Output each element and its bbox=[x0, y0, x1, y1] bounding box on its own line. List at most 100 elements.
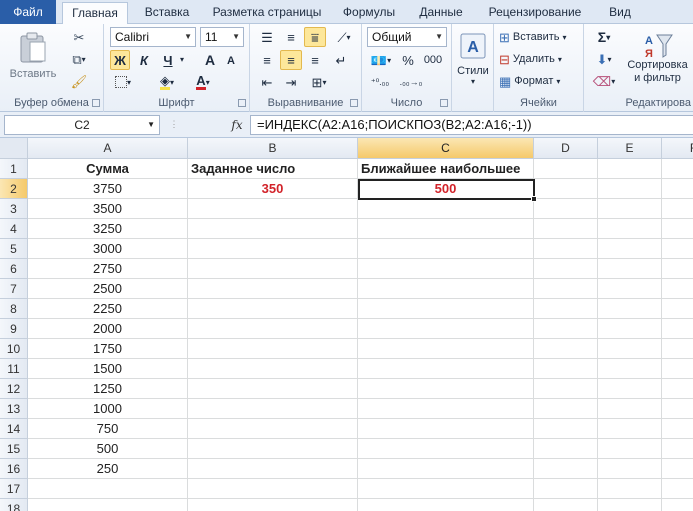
table-cell[interactable] bbox=[598, 179, 662, 199]
table-cell[interactable] bbox=[662, 379, 693, 399]
result-value-cell[interactable]: 500 bbox=[358, 179, 534, 199]
select-all-corner[interactable] bbox=[0, 138, 28, 159]
table-cell[interactable] bbox=[598, 219, 662, 239]
table-cell[interactable] bbox=[188, 219, 358, 239]
table-cell[interactable] bbox=[188, 359, 358, 379]
table-cell[interactable] bbox=[534, 399, 598, 419]
amount-cell[interactable]: 500 bbox=[28, 439, 188, 459]
table-cell[interactable] bbox=[662, 199, 693, 219]
table-cell[interactable] bbox=[534, 439, 598, 459]
table-cell[interactable] bbox=[598, 499, 662, 511]
table-cell[interactable] bbox=[358, 279, 534, 299]
styles-button[interactable]: A Стили ▾ bbox=[454, 26, 492, 92]
tab-page-layout[interactable]: Разметка страницы bbox=[204, 2, 330, 24]
font-name-combo[interactable]: Calibri ▼ bbox=[110, 27, 196, 47]
tab-data[interactable]: Данные bbox=[410, 2, 472, 24]
amount-cell[interactable]: 250 bbox=[28, 459, 188, 479]
table-cell[interactable] bbox=[598, 439, 662, 459]
tab-insert[interactable]: Вставка bbox=[136, 2, 198, 24]
row-header[interactable]: 15 bbox=[0, 439, 28, 459]
name-box[interactable]: C2 ▼ bbox=[4, 115, 160, 135]
autosum-button[interactable]: Σ ▾ bbox=[590, 27, 618, 47]
table-cell[interactable] bbox=[358, 199, 534, 219]
table-cell[interactable] bbox=[598, 359, 662, 379]
copy-button[interactable]: ⧉ ▾ bbox=[64, 49, 94, 69]
table-cell[interactable] bbox=[662, 339, 693, 359]
table-cell[interactable] bbox=[188, 479, 358, 499]
percent-button[interactable]: % bbox=[398, 50, 418, 70]
merge-center-button[interactable]: ⊞ ▾ bbox=[304, 72, 334, 92]
table-cell[interactable] bbox=[598, 279, 662, 299]
table-cell[interactable] bbox=[188, 379, 358, 399]
table-cell[interactable] bbox=[358, 479, 534, 499]
spreadsheet-grid[interactable]: A B C D E F 123456789101112131415161718 … bbox=[0, 138, 693, 511]
font-size-combo[interactable]: 11 ▼ bbox=[200, 27, 244, 47]
cut-button[interactable]: ✂ bbox=[64, 27, 94, 47]
table-cell[interactable] bbox=[662, 239, 693, 259]
bold-button[interactable]: Ж bbox=[110, 50, 130, 70]
table-cell[interactable] bbox=[358, 259, 534, 279]
tab-home[interactable]: Главная bbox=[62, 2, 128, 25]
decrease-decimal-button[interactable]: .₀₀→₀ bbox=[398, 72, 424, 92]
table-cell[interactable] bbox=[358, 439, 534, 459]
row-header[interactable]: 1 bbox=[0, 159, 28, 179]
table-cell[interactable] bbox=[534, 199, 598, 219]
table-cell[interactable] bbox=[598, 399, 662, 419]
row-header[interactable]: 11 bbox=[0, 359, 28, 379]
amount-cell[interactable]: 1250 bbox=[28, 379, 188, 399]
row-header[interactable]: 14 bbox=[0, 419, 28, 439]
thousands-button[interactable]: 000 bbox=[420, 50, 446, 70]
table-cell[interactable] bbox=[188, 419, 358, 439]
table-cell[interactable] bbox=[662, 279, 693, 299]
column-header-f[interactable]: F bbox=[662, 138, 693, 159]
underline-dropdown-icon[interactable]: ▾ bbox=[180, 55, 184, 64]
row-header[interactable]: 13 bbox=[0, 399, 28, 419]
table-cell[interactable] bbox=[358, 219, 534, 239]
table-cell[interactable] bbox=[188, 279, 358, 299]
table-cell[interactable] bbox=[598, 239, 662, 259]
table-cell[interactable] bbox=[188, 199, 358, 219]
amount-cell[interactable]: 1500 bbox=[28, 359, 188, 379]
header-cell-sum[interactable]: Сумма bbox=[28, 159, 188, 179]
table-cell[interactable] bbox=[534, 379, 598, 399]
tab-view[interactable]: Вид bbox=[598, 2, 642, 24]
table-cell[interactable] bbox=[188, 259, 358, 279]
table-cell[interactable] bbox=[662, 399, 693, 419]
column-header-b[interactable]: B bbox=[188, 138, 358, 159]
table-cell[interactable] bbox=[534, 259, 598, 279]
orientation-button[interactable]: ⟋ ▾ bbox=[330, 27, 358, 47]
row-header[interactable]: 2 bbox=[0, 179, 28, 199]
table-cell[interactable] bbox=[598, 419, 662, 439]
increase-decimal-button[interactable]: ⁺⁰.₀₀ bbox=[367, 72, 393, 92]
increase-indent-button[interactable]: ⇥ bbox=[280, 72, 302, 92]
font-color-button[interactable]: A ▾ bbox=[188, 72, 218, 92]
column-header-d[interactable]: D bbox=[534, 138, 598, 159]
amount-cell[interactable]: 2500 bbox=[28, 279, 188, 299]
table-cell[interactable] bbox=[358, 239, 534, 259]
underline-button[interactable]: Ч bbox=[158, 50, 178, 70]
table-cell[interactable] bbox=[358, 299, 534, 319]
row-header[interactable]: 7 bbox=[0, 279, 28, 299]
column-header-e[interactable]: E bbox=[598, 138, 662, 159]
decrease-indent-button[interactable]: ⇤ bbox=[256, 72, 278, 92]
table-cell[interactable] bbox=[534, 219, 598, 239]
table-cell[interactable] bbox=[358, 359, 534, 379]
paste-button[interactable]: Вставить bbox=[4, 26, 62, 86]
row-header[interactable]: 5 bbox=[0, 239, 28, 259]
insert-cells-button[interactable]: ⊞ Вставить ▾ bbox=[498, 27, 582, 47]
table-cell[interactable] bbox=[598, 159, 662, 179]
align-left-button[interactable]: ≡ bbox=[256, 50, 278, 70]
shrink-font-button[interactable]: A bbox=[222, 52, 240, 70]
formula-input[interactable]: =ИНДЕКС(A2:A16;ПОИСКПОЗ(B2;A2:A16;-1)) bbox=[250, 115, 693, 135]
table-cell[interactable] bbox=[534, 419, 598, 439]
table-cell[interactable] bbox=[662, 299, 693, 319]
table-cell[interactable] bbox=[598, 199, 662, 219]
table-cell[interactable] bbox=[188, 319, 358, 339]
delete-cells-button[interactable]: ⊟ Удалить ▾ bbox=[498, 49, 582, 69]
row-header[interactable]: 18 bbox=[0, 499, 28, 511]
table-cell[interactable] bbox=[358, 379, 534, 399]
number-format-combo[interactable]: Общий ▼ bbox=[367, 27, 447, 47]
alignment-launcher-icon[interactable] bbox=[350, 99, 358, 107]
align-right-button[interactable]: ≡ bbox=[304, 50, 326, 70]
table-cell[interactable] bbox=[358, 399, 534, 419]
